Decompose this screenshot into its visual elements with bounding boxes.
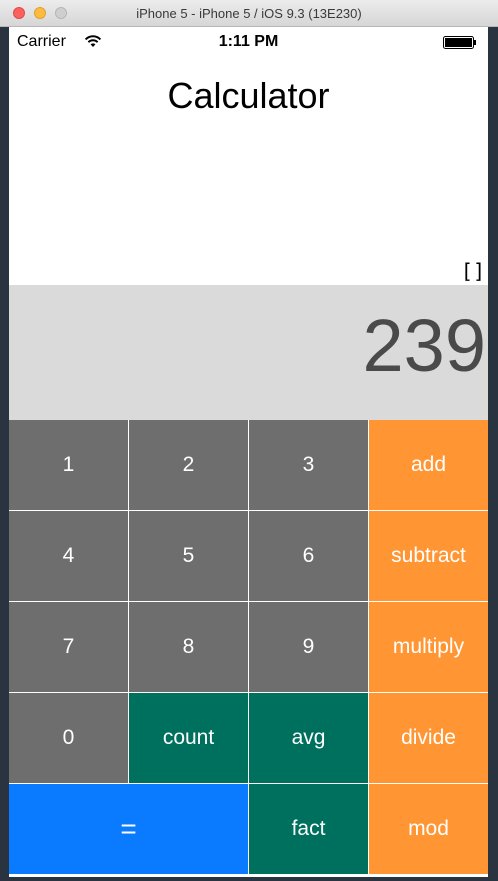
key-9[interactable]: 9 [249,602,368,692]
status-bar: Carrier 1:11 PM [9,27,488,57]
mod-button[interactable]: mod [369,784,488,874]
add-button[interactable]: add [369,420,488,510]
key-5[interactable]: 5 [129,511,248,601]
multiply-button[interactable]: multiply [369,602,488,692]
display-value: 239 [362,304,486,387]
phone-screen: Carrier 1:11 PM Calculator [] 239 1 2 3 … [9,27,488,877]
result-display: 239 [9,285,488,420]
fact-button[interactable]: fact [249,784,368,874]
subtract-button[interactable]: subtract [369,511,488,601]
key-7[interactable]: 7 [9,602,128,692]
keypad: 1 2 3 add 4 5 6 subtract 7 8 9 multiply … [9,420,488,877]
key-6[interactable]: 6 [249,511,368,601]
key-8[interactable]: 8 [129,602,248,692]
app-title: Calculator [167,75,330,116]
key-4[interactable]: 4 [9,511,128,601]
window-titlebar: iPhone 5 - iPhone 5 / iOS 9.3 (13E230) [0,0,498,27]
status-time: 1:11 PM [218,33,279,50]
avg-button[interactable]: avg [249,693,368,783]
simulator-window: iPhone 5 - iPhone 5 / iOS 9.3 (13E230) C… [0,0,498,881]
divide-button[interactable]: divide [369,693,488,783]
key-1[interactable]: 1 [9,420,128,510]
key-3[interactable]: 3 [249,420,368,510]
battery-icon [443,36,476,49]
equals-button[interactable]: = [9,784,248,874]
key-0[interactable]: 0 [9,693,128,783]
history-label: [] [460,259,485,283]
key-2[interactable]: 2 [129,420,248,510]
window-title: iPhone 5 - iPhone 5 / iOS 9.3 (13E230) [136,6,362,21]
count-button[interactable]: count [129,693,248,783]
